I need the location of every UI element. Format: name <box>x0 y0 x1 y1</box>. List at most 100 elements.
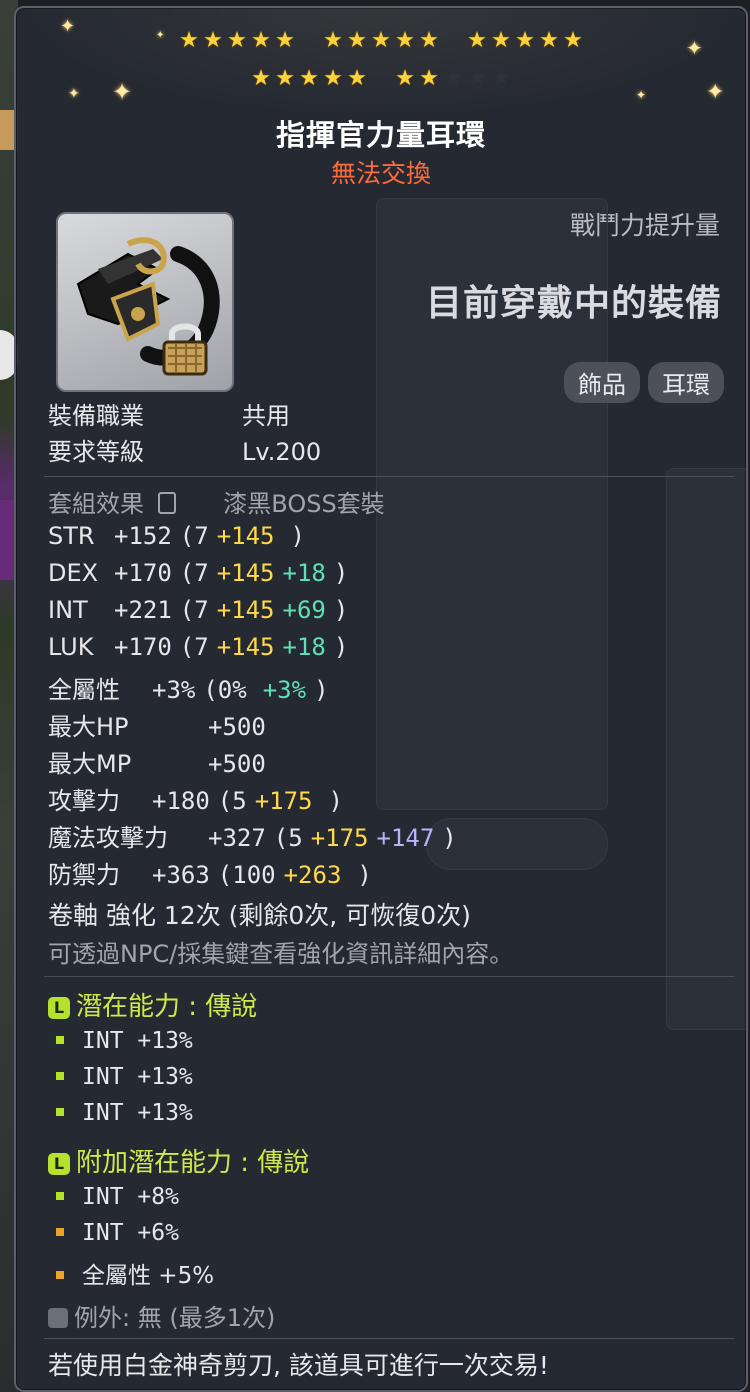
bullet-icon <box>56 1036 64 1044</box>
equipped-label: 目前穿戴中的裝備 <box>425 283 722 324</box>
additional-potential-line-text: 全屬性 +5% <box>82 1263 215 1289</box>
exception-text: 例外: 無 (最多1次) <box>74 1304 276 1332</box>
exception-row: 例外: 無 (最多1次) <box>48 1298 275 1332</box>
stat-row: INT +221 (7 +145 +69) <box>48 596 356 630</box>
stat-row: 攻擊力 +180 (5 +175) <box>48 781 351 815</box>
stat-row: LUK +170 (7 +145 +18) <box>48 633 356 667</box>
star-filled-icon: ★ <box>275 28 295 53</box>
starforce-row-1: ★ ★ ★ ★ ★ ★ ★ ★ ★ ★ ★ ★ ★ ★ ★ <box>16 30 746 52</box>
item-tooltip: ✦ ✦ ✦ ✦ ✦ ✦ ✦ ★ ★ ★ ★ ★ ★ ★ ★ ★ ★ ★ ★ ★ ★ ★ ★ ★ ★ ★ ★ ★ ★ ★ ★ ★… <box>14 6 748 1392</box>
star-group: ★ ★ ★ ★ ★ <box>178 30 296 52</box>
additional-potential-line: 全屬性 +5% <box>56 1256 214 1290</box>
stat-row: 最大MP +500 <box>48 744 306 778</box>
stat-label: 魔法攻擊力 <box>48 824 168 852</box>
stat-base: (7 <box>179 522 209 550</box>
lock-small-icon <box>157 492 176 514</box>
potential-line: INT +13% <box>56 1064 193 1090</box>
exception-icon <box>48 1308 68 1328</box>
stat-row: DEX +170 (7 +145 +18) <box>48 559 356 593</box>
stat-close: ) <box>357 861 372 889</box>
star-filled-icon: ★ <box>395 66 415 91</box>
footer-note: 若使用白金神奇剪刀, 該道具可進行一次交易! <box>48 1351 549 1380</box>
stat-total: +500 <box>208 713 266 741</box>
divider <box>44 976 734 977</box>
item-name: 指揮官力量耳環 <box>275 118 486 152</box>
power-increase-label: 戰鬥力提升量 <box>569 211 720 240</box>
stat-total: +180 <box>152 787 210 815</box>
job-label: 裝備職業 <box>48 402 144 430</box>
stat-extra: +3% <box>262 676 307 704</box>
stat-base: (0% <box>203 676 247 704</box>
stat-label: 攻擊力 <box>48 787 120 815</box>
potential-line: INT +13% <box>56 1028 193 1054</box>
stat-base: (7 <box>179 559 209 587</box>
bullet-icon <box>56 1228 64 1236</box>
star-filled-icon: ★ <box>323 66 343 91</box>
star-filled-icon: ★ <box>419 66 439 91</box>
stat-close: ) <box>442 824 457 852</box>
stat-bonus: +145 <box>216 559 275 587</box>
star-empty-icon: ★ <box>491 66 511 91</box>
divider <box>44 476 734 477</box>
background-window-ghost <box>666 468 746 1030</box>
stat-bonus: +263 <box>283 861 342 889</box>
stat-row: 防禦力 +363 (100 +263) <box>48 855 380 889</box>
stat-close: ) <box>290 522 305 550</box>
level-value: Lv.200 <box>242 438 322 466</box>
job-row: 裝備職業 共用 <box>48 396 290 430</box>
set-effect-row: 套組效果 漆黑BOSS套裝 <box>48 484 385 518</box>
tag-type: 耳環 <box>648 362 724 403</box>
stat-row: 魔法攻擊力 +327 (5 +175 +147) <box>48 818 465 852</box>
star-filled-icon: ★ <box>251 66 271 91</box>
potential-line: INT +13% <box>56 1100 193 1126</box>
stat-base: (5 <box>217 787 247 815</box>
stat-total: +152 <box>114 522 172 550</box>
star-group: ★ ★ ★ ★ ★ <box>394 68 512 90</box>
stat-total: +3% <box>152 676 196 704</box>
potential-header: L 潛在能力 : 傳說 <box>48 986 257 1023</box>
legendary-grade-icon: L <box>48 1153 70 1175</box>
stat-total: +221 <box>114 596 172 624</box>
bullet-icon <box>56 1271 64 1279</box>
stat-close: ) <box>314 676 329 704</box>
scroll-hint: 可透過NPC/採集鍵查看強化資訊詳細內容。 <box>48 940 514 968</box>
star-empty-icon: ★ <box>467 66 487 91</box>
stat-total: +327 <box>208 824 266 852</box>
additional-potential-line: INT +6% <box>56 1220 179 1246</box>
bullet-icon <box>56 1072 64 1080</box>
additional-potential-line: INT +8% <box>56 1184 179 1210</box>
stat-base: (100 <box>217 861 276 889</box>
stat-label: DEX <box>48 559 99 587</box>
stat-base: (7 <box>179 633 209 661</box>
level-row: 要求等級 Lv.200 <box>48 432 321 466</box>
lock-icon <box>158 318 212 378</box>
star-filled-icon: ★ <box>251 28 271 53</box>
additional-potential-title: 附加潛在能力 : 傳說 <box>76 1148 310 1178</box>
stat-total: +170 <box>114 633 172 661</box>
stat-close: ) <box>333 596 349 624</box>
stat-row: STR +152 (7 +145) <box>48 522 313 556</box>
sparkle-icon: ✦ <box>636 88 647 102</box>
level-label: 要求等級 <box>48 438 144 466</box>
stat-bonus: +175 <box>254 787 313 815</box>
stat-extra: +147 <box>376 824 435 852</box>
stat-close: ) <box>333 633 349 661</box>
stat-close: ) <box>328 787 343 815</box>
stat-total: +363 <box>152 861 210 889</box>
scroll-upgrade-info: 卷軸 強化 12次 (剩餘0次, 可恢復0次) <box>48 901 471 930</box>
star-filled-icon: ★ <box>323 28 343 53</box>
star-empty-icon: ★ <box>443 66 463 91</box>
star-filled-icon: ★ <box>347 66 367 91</box>
starforce-row-2: ★ ★ ★ ★ ★ ★ ★ ★ ★ ★ <box>16 68 746 90</box>
stat-bonus: +145 <box>216 522 275 550</box>
additional-potential-header: L 附加潛在能力 : 傳說 <box>48 1142 309 1179</box>
additional-potential-line-text: INT +6% <box>82 1220 179 1246</box>
job-value: 共用 <box>242 402 290 430</box>
stat-label: 全屬性 <box>48 676 120 704</box>
stat-bonus: +145 <box>216 596 275 624</box>
star-group: ★ ★ ★ ★ ★ <box>250 68 368 90</box>
potential-title: 潛在能力 : 傳說 <box>76 992 258 1022</box>
stat-total: +500 <box>208 750 266 778</box>
stat-extra: +69 <box>282 596 326 624</box>
stat-row: 最大HP +500 <box>48 707 306 741</box>
